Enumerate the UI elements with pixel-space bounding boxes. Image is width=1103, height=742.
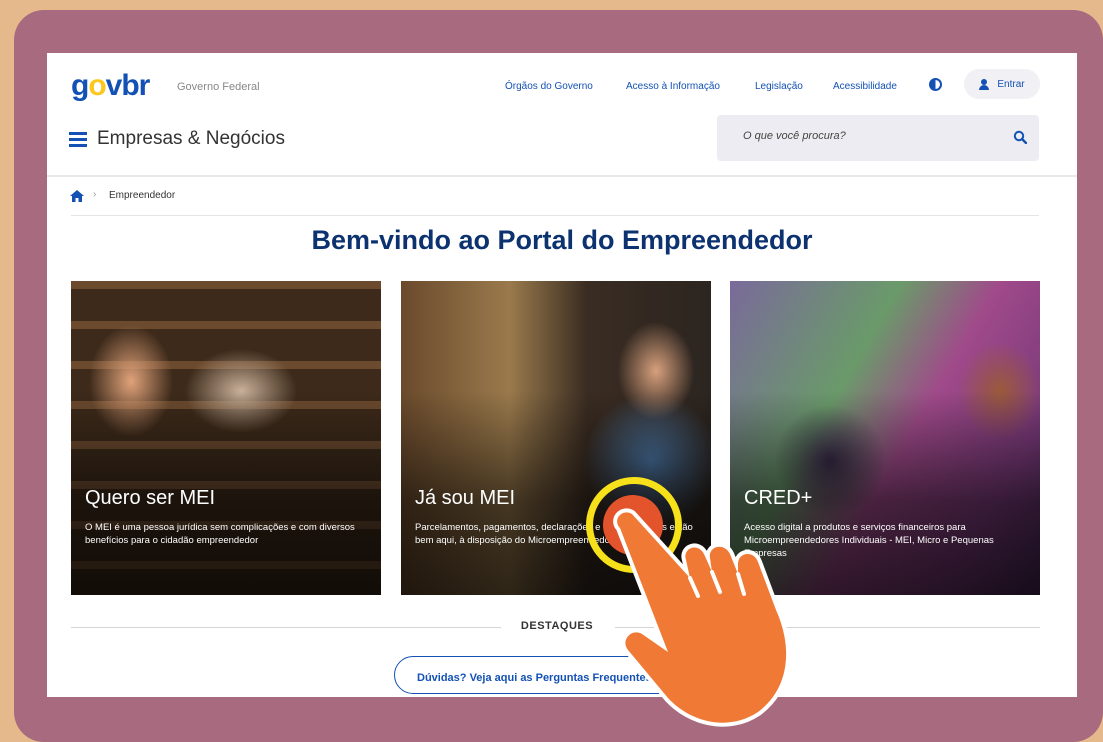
login-label: Entrar: [997, 78, 1025, 90]
breadcrumb-separator: ›: [93, 189, 97, 200]
user-icon: [979, 78, 990, 90]
destaques-label: DESTAQUES: [520, 620, 594, 632]
login-button[interactable]: Entrar: [964, 69, 1040, 99]
header-divider: [47, 175, 1077, 177]
card-description: O MEI é uma pessoa jurídica sem complica…: [85, 522, 355, 546]
card-title: Quero ser MEI: [85, 487, 216, 509]
browser-page: gov.br Governo Federal Órgãos do Governo…: [47, 53, 1077, 697]
site-title[interactable]: Empresas & Negócios: [97, 128, 285, 150]
gov-subtitle: Governo Federal: [177, 81, 260, 93]
breadcrumb-current: Empreendedor: [109, 190, 176, 201]
card-title: Já sou MEI: [415, 487, 516, 509]
link-acesso-informacao[interactable]: Acesso à Informação: [626, 81, 720, 92]
menu-icon[interactable]: [69, 132, 87, 147]
card-quero-ser-mei[interactable]: Quero ser MEI O MEI é uma pessoa jurídic…: [71, 281, 381, 595]
home-icon[interactable]: [70, 190, 84, 202]
search-bar[interactable]: [717, 115, 1039, 161]
search-icon[interactable]: [1013, 130, 1027, 144]
link-legislacao[interactable]: Legislação: [755, 81, 803, 92]
page-title: Bem-vindo ao Portal do Empreendedor: [311, 225, 813, 255]
link-acessibilidade[interactable]: Acessibilidade: [833, 81, 897, 92]
contrast-icon[interactable]: [929, 78, 942, 91]
destaques-divider-left: [71, 627, 501, 628]
govbr-logo[interactable]: gov.br: [71, 71, 734, 626]
pointing-hand-icon: [613, 508, 790, 727]
link-orgaos[interactable]: Órgãos do Governo: [505, 81, 593, 92]
breadcrumb-divider: [71, 215, 1039, 216]
search-input[interactable]: [741, 129, 995, 143]
